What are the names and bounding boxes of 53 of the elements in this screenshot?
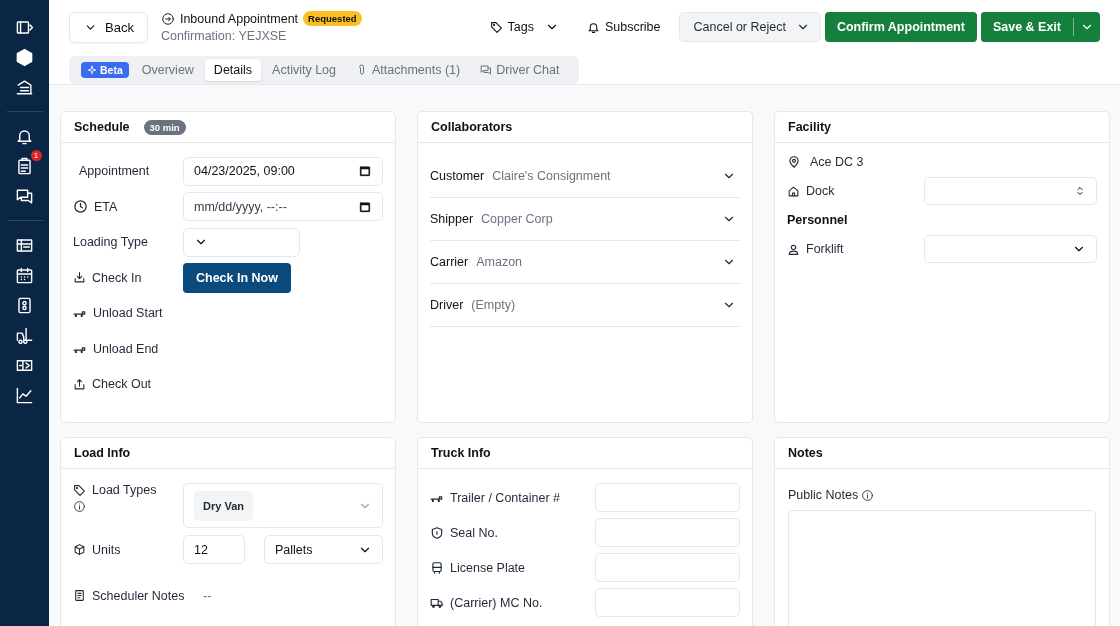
section-heading: Personnel (787, 213, 849, 227)
field-label: Trailer / Container # (450, 490, 560, 505)
field-label: Scheduler Notes (92, 588, 185, 603)
collaborator-row[interactable]: Driver (Empty) (430, 284, 740, 327)
field-label: Unload Start (93, 306, 163, 320)
notification-badge: 1 (30, 150, 42, 161)
card-title: Truck Info (431, 446, 491, 460)
load-types-select[interactable]: Dry Van (183, 483, 383, 528)
field-label: (Carrier) MC No. (450, 595, 543, 610)
field-label: Check In (92, 270, 142, 285)
datetime-input[interactable]: mm/dd/yyyy, --:-- (183, 192, 383, 221)
field-label: Unload End (93, 341, 159, 356)
tab[interactable]: Details (204, 59, 262, 81)
field-label: License Plate (450, 560, 526, 575)
card-title: Schedule (74, 120, 130, 134)
cancel-or-reject-button[interactable]: Cancel or Reject (678, 12, 821, 42)
beta-badge: Beta (81, 62, 129, 78)
card-title: Notes (788, 446, 823, 460)
field-label: Load Types (92, 483, 157, 497)
collaborator-row[interactable]: Carrier Amazon (430, 241, 740, 284)
tab[interactable]: Driver Chat (471, 59, 569, 81)
card-title: Collaborators (431, 120, 513, 134)
field-label: Seal No. (450, 525, 498, 540)
collaborator-row[interactable]: Customer Claire's Consignment (430, 155, 740, 198)
field-label: Dock (806, 184, 835, 198)
datetime-input[interactable]: 04/23/2025, 09:00 (183, 156, 383, 186)
field-label: Public Notes (788, 488, 859, 502)
status-badge: Requested (303, 11, 362, 26)
back-button[interactable]: Back (69, 12, 148, 43)
facility-name: Ace DC 3 (810, 155, 864, 169)
field-label: Forklift (806, 242, 844, 256)
unit-type-select[interactable]: Pallets (264, 535, 383, 564)
tab[interactable]: Attachments (1) (347, 59, 470, 81)
field-label: Check Out (92, 377, 152, 391)
collaborator-row[interactable]: Shipper Copper Corp (430, 198, 740, 241)
confirmation-code: Confirmation: YEJXSE (160, 29, 288, 43)
subscribe-button[interactable]: Subscribe (578, 12, 669, 42)
tab[interactable]: Overview (132, 59, 203, 81)
load-type-chip: Dry Van (194, 490, 253, 521)
field-label: Appointment (79, 164, 150, 178)
check-in-now-button[interactable]: Check In Now (183, 262, 291, 293)
field-label: ETA (94, 199, 118, 214)
units-input[interactable]: 12 (183, 535, 245, 564)
card-title: Load Info (74, 446, 131, 460)
page-title: Inbound Appointment (179, 11, 299, 26)
duration-badge: 30 min (143, 119, 186, 135)
field-label: Loading Type (73, 235, 148, 249)
field-value: -- (203, 588, 213, 603)
card-title: Facility (788, 120, 832, 134)
tags-button[interactable]: Tags (481, 12, 567, 42)
field-label: Units (92, 542, 121, 557)
confirm-appointment-button[interactable]: Confirm Appointment (824, 12, 977, 42)
tab[interactable]: Activity Log (263, 59, 345, 81)
